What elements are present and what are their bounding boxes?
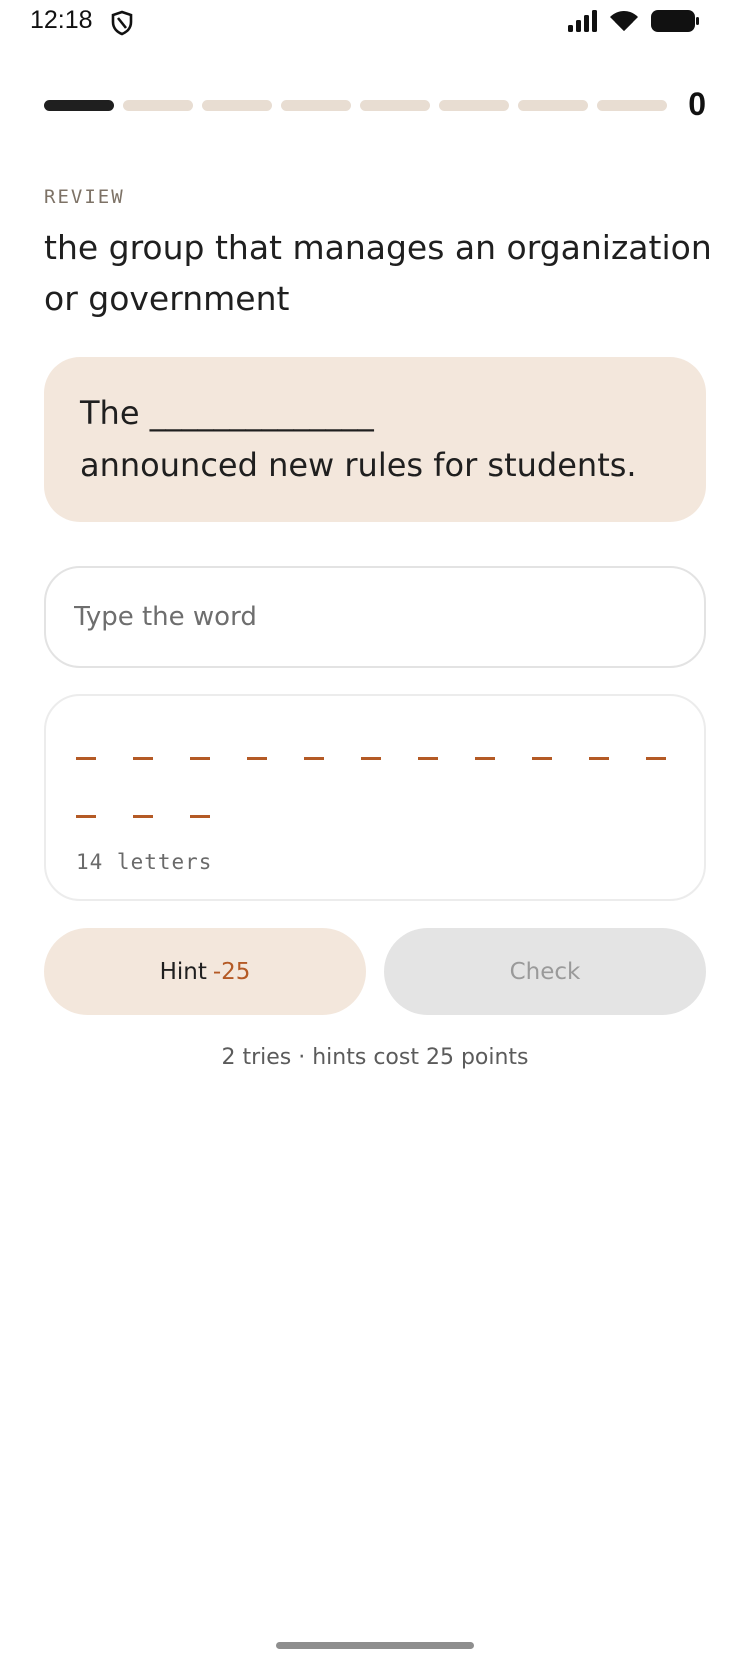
battery-icon: [651, 10, 699, 32]
wifi-icon: [610, 11, 638, 31]
status-bar: 12:18: [0, 0, 750, 44]
progress-segment: [597, 100, 667, 111]
footer-note: 2 tries · hints cost 25 points: [221, 1045, 529, 1070]
letter-slot: [133, 748, 153, 768]
letter-slot: [190, 806, 210, 826]
hint-button[interactable]: Hint -25: [44, 928, 366, 1015]
letter-slot: [133, 806, 153, 826]
hint-label: Hint: [159, 958, 207, 985]
letter-slot: [76, 806, 96, 826]
sentence-blank: ______________: [149, 394, 374, 432]
progress-segment: [360, 100, 430, 111]
letter-slot: [76, 748, 96, 768]
progress-segment: [439, 100, 509, 111]
progress-segment: [123, 100, 193, 111]
letter-slot: [589, 748, 609, 768]
sentence-before: The: [80, 394, 150, 432]
progress-segment: [202, 100, 272, 111]
progress-segment: [518, 100, 588, 111]
letters-count: 14 letters: [76, 850, 213, 874]
letter-slot: [190, 748, 210, 768]
letter-slot: [304, 748, 324, 768]
letter-slot: [418, 748, 438, 768]
shield-icon: [111, 10, 133, 36]
letter-slots: [76, 748, 696, 826]
check-button[interactable]: Check: [384, 928, 706, 1015]
definition-text: the group that manages an organization o…: [44, 228, 712, 318]
progress-bar: [44, 100, 667, 111]
letter-slot: [247, 748, 267, 768]
sentence-after: announced new rules for students.: [80, 446, 637, 484]
sentence-card: The ______________ announced new rules f…: [44, 357, 706, 522]
letter-slot: [475, 748, 495, 768]
progress-segment: [44, 100, 114, 111]
score: 0: [688, 86, 706, 122]
progress-segment: [281, 100, 351, 111]
hint-cost: -25: [212, 958, 251, 985]
status-time: 12:18: [30, 6, 93, 34]
letter-slot: [646, 748, 666, 768]
letter-slot: [361, 748, 381, 768]
signal-icon: [568, 10, 597, 32]
mode-label: REVIEW: [44, 186, 125, 208]
example-sentence: The ______________ announced new rules f…: [80, 387, 670, 491]
home-indicator[interactable]: [276, 1642, 474, 1649]
letters-box: 14 letters: [44, 694, 706, 901]
word-input[interactable]: [44, 566, 706, 668]
letter-slot: [532, 748, 552, 768]
